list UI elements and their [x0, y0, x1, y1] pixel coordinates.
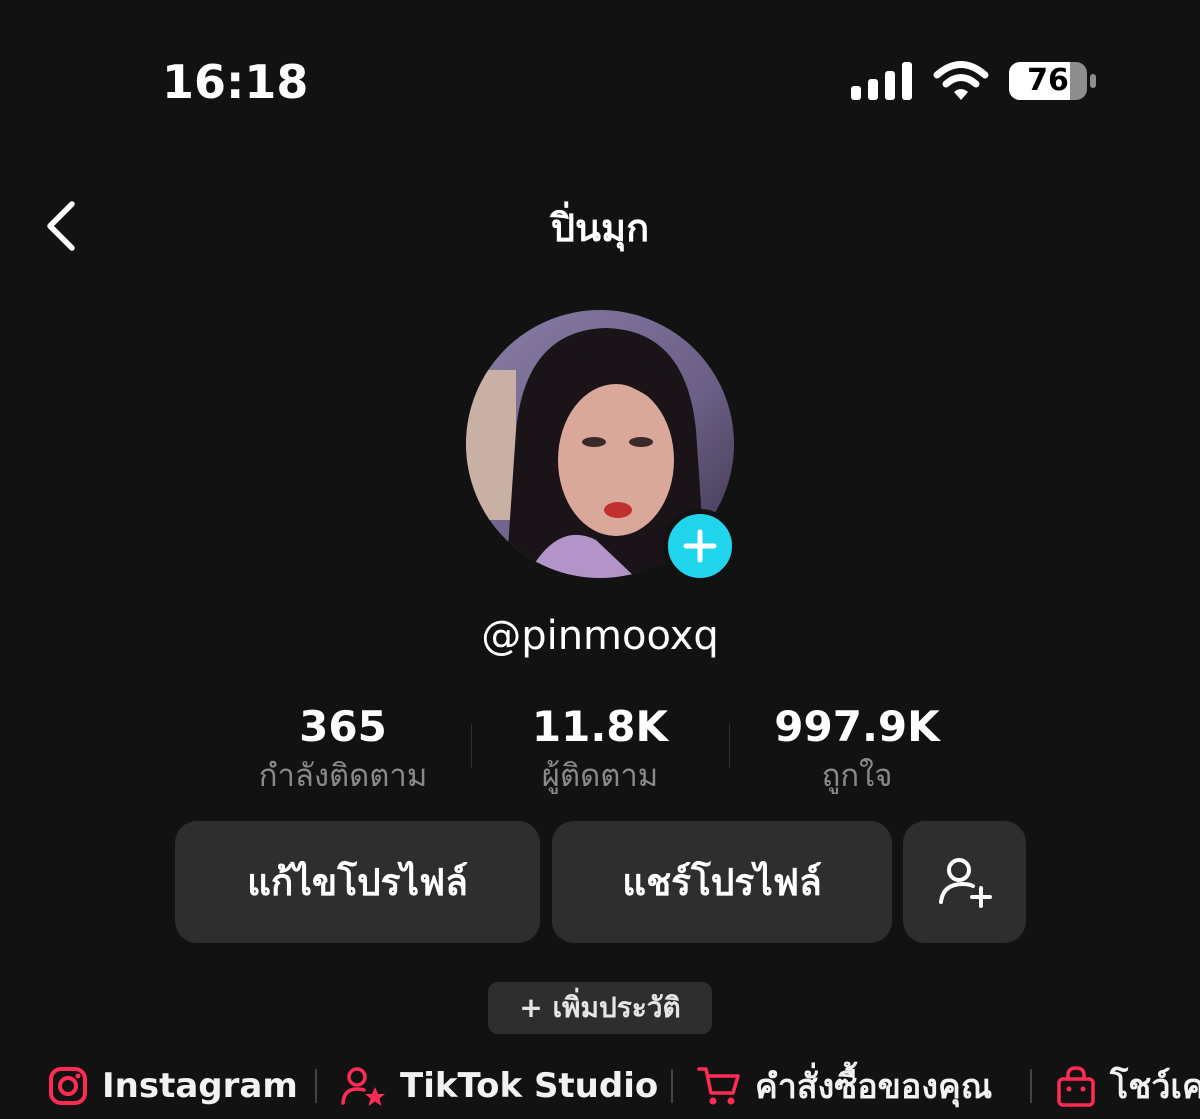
- likes-stat[interactable]: 997.9K ถูกใจ: [727, 700, 987, 798]
- tiktok-studio-label: TikTok Studio: [400, 1066, 659, 1106]
- add-bio-button[interactable]: + เพิ่มประวัติ: [488, 982, 712, 1034]
- following-stat[interactable]: 365 กำลังติดตาม: [213, 700, 473, 798]
- showcase-label: โชว์เค: [1110, 1067, 1200, 1107]
- following-label: กำลังติดตาม: [258, 758, 428, 794]
- instagram-link[interactable]: Instagram: [48, 1058, 298, 1114]
- link-divider: [1030, 1069, 1032, 1103]
- add-user-icon: [938, 858, 992, 908]
- cellular-signal-icon: [851, 62, 912, 100]
- add-photo-button[interactable]: [663, 509, 737, 583]
- battery-indicator: 76: [1008, 61, 1098, 101]
- likes-label: ถูกใจ: [821, 758, 893, 794]
- link-divider: [671, 1069, 673, 1103]
- shop-bag-icon: [1057, 1066, 1095, 1107]
- orders-link[interactable]: คำสั่งซื้อของคุณ: [697, 1058, 992, 1114]
- followers-stat[interactable]: 11.8K ผู้ติดตาม: [470, 700, 730, 798]
- cart-icon: [697, 1067, 740, 1105]
- status-time: 16:18: [162, 55, 309, 109]
- showcase-link[interactable]: โชว์เค: [1056, 1058, 1200, 1114]
- likes-count: 997.9K: [774, 702, 940, 751]
- plus-icon: [683, 529, 717, 563]
- battery-percentage: 76: [1027, 63, 1069, 98]
- followers-label: ผู้ติดตาม: [541, 758, 659, 794]
- wifi-icon: [933, 61, 989, 100]
- instagram-icon: [49, 1067, 87, 1105]
- username: @pinmooxq: [481, 613, 719, 659]
- instagram-label: Instagram: [102, 1066, 298, 1106]
- add-friends-button[interactable]: [903, 821, 1026, 943]
- following-count: 365: [299, 702, 387, 751]
- creator-star-icon: [341, 1067, 385, 1106]
- orders-label: คำสั่งซื้อของคุณ: [755, 1067, 993, 1107]
- followers-count: 11.8K: [531, 702, 669, 751]
- tiktok-studio-link[interactable]: TikTok Studio: [340, 1058, 658, 1114]
- link-divider: [315, 1069, 317, 1103]
- edit-profile-button[interactable]: แก้ไขโปรไฟล์: [175, 821, 540, 943]
- share-profile-button[interactable]: แชร์โปรไฟล์: [552, 821, 892, 943]
- page-title: ปิ่นมุก: [550, 206, 650, 250]
